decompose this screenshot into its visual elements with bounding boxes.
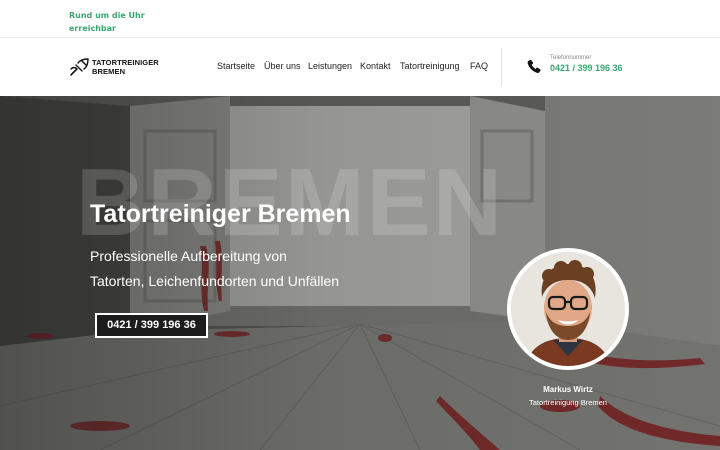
hero-section: BREMEN Tatortreiniger Bremen Professione… <box>0 96 720 450</box>
nav-item-tatortreinigung[interactable]: Tatortreinigung <box>400 61 460 71</box>
phone-number-link[interactable]: 0421 / 399 196 36 <box>550 63 623 73</box>
phone-label: Telefonnummer <box>550 55 592 61</box>
person-name: Markus Wirtz <box>543 385 593 394</box>
person-portrait <box>511 252 625 366</box>
site-header: TATORTREINIGER BREMEN Startseite Über un… <box>0 38 720 96</box>
nav-item-startseite[interactable]: Startseite <box>217 61 255 71</box>
phone-icon[interactable] <box>525 58 543 76</box>
hero-title: Tatortreiniger Bremen <box>90 200 351 228</box>
person-role: Tatortreinigung Bremen <box>529 398 607 407</box>
hero-subtitle-line2: Tatorten, Leichenfundorten und Unfällen <box>90 273 340 289</box>
nav-item-ueber-uns[interactable]: Über uns <box>264 61 301 71</box>
header-divider <box>501 48 502 86</box>
call-phone-button[interactable]: 0421 / 399 196 36 <box>95 313 208 338</box>
nav-item-leistungen[interactable]: Leistungen <box>308 61 352 71</box>
availability-text: Rund um die Uhr erreichbar <box>69 11 145 33</box>
nav-item-faq[interactable]: FAQ <box>470 61 488 71</box>
nav-item-kontakt[interactable]: Kontakt <box>360 61 391 71</box>
avatar <box>507 248 629 370</box>
top-bar: Rund um die Uhr erreichbar <box>0 0 720 38</box>
hero-subtitle-line1: Professionelle Aufbereitung von <box>90 248 287 264</box>
